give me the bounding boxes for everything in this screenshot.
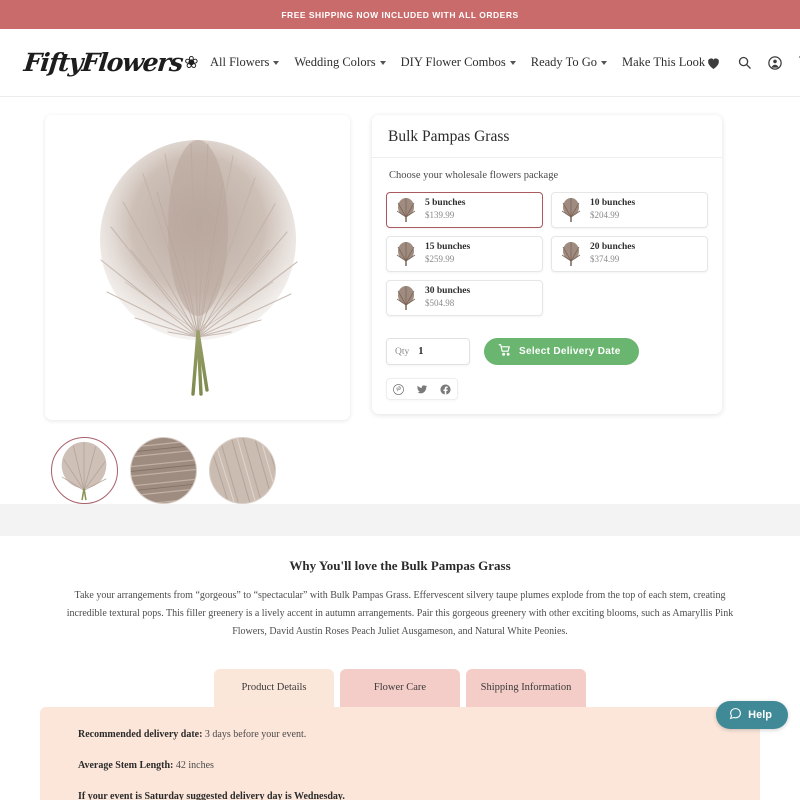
chat-bubble-icon xyxy=(729,707,742,723)
package-chooser-label: Choose your wholesale flowers package xyxy=(389,170,559,181)
product-title: Bulk Pampas Grass xyxy=(372,115,722,158)
social-share-group xyxy=(386,378,458,400)
package-price: $504.98 xyxy=(425,298,455,309)
cart-icon xyxy=(498,343,512,360)
chevron-down-icon xyxy=(509,60,516,65)
quantity-stepper[interactable]: Qty xyxy=(386,338,470,365)
panel-body: Choose your wholesale flowers package 5 … xyxy=(372,158,722,414)
pinterest-icon[interactable] xyxy=(393,383,404,395)
thumbnail-closeup-fluff[interactable] xyxy=(209,437,276,504)
announcement-bar: FREE SHIPPING NOW INCLUDED WITH ALL ORDE… xyxy=(0,0,800,29)
help-button[interactable]: Help xyxy=(716,701,788,729)
header-icon-group xyxy=(705,55,800,71)
package-thumb-icon xyxy=(396,242,416,266)
tab-flower-care[interactable]: Flower Care xyxy=(340,668,460,707)
help-label: Help xyxy=(748,709,772,721)
nav-item-ready-to-go[interactable]: Ready To Go xyxy=(531,55,607,70)
chevron-down-icon xyxy=(379,60,386,65)
description-body: Take your arrangements from “gorgeous” t… xyxy=(66,590,734,638)
account-icon[interactable] xyxy=(767,55,783,71)
thumb-fluff-icon xyxy=(210,438,275,503)
detail-line-note: If your event is Saturday suggested deli… xyxy=(78,789,722,800)
package-option[interactable]: 30 bunches $504.98 xyxy=(386,280,543,316)
detail-value: 42 inches xyxy=(175,759,214,771)
cta-label: Select Delivery Date xyxy=(519,346,621,357)
chevron-down-icon xyxy=(601,60,607,65)
package-thumb-icon xyxy=(561,242,581,266)
package-thumb-icon xyxy=(396,198,416,222)
package-name: 15 bunches xyxy=(425,242,471,253)
nav-label: Ready To Go xyxy=(530,55,597,69)
package-option[interactable]: 15 bunches $259.99 xyxy=(386,236,543,272)
detail-label: Average Stem Length: xyxy=(78,759,174,771)
tab-product-details[interactable]: Product Details xyxy=(214,668,334,707)
heart-icon[interactable] xyxy=(705,55,722,71)
main-navigation: All Flowers Wedding Colors DIY Flower Co… xyxy=(210,55,705,70)
detail-value: 3 days before your event. xyxy=(204,728,307,740)
thumb-texture-icon xyxy=(131,438,196,503)
product-gallery xyxy=(45,115,350,504)
detail-note: If your event is Saturday suggested deli… xyxy=(78,790,345,800)
nav-item-all-flowers[interactable]: All Flowers xyxy=(210,55,280,70)
thumbnail-closeup-texture[interactable] xyxy=(130,437,197,504)
purchase-panel: Bulk Pampas Grass Choose your wholesale … xyxy=(372,115,722,414)
nav-label: Make This Look xyxy=(622,55,706,69)
main-product-image[interactable] xyxy=(45,115,350,420)
nav-label: Wedding Colors xyxy=(294,55,376,69)
nav-label: All Flowers xyxy=(210,55,270,69)
package-price: $139.99 xyxy=(425,210,455,221)
nav-item-diy-flower-combos[interactable]: DIY Flower Combos xyxy=(401,55,516,70)
site-logo[interactable]: FiftyFlowers ❀ xyxy=(22,48,198,77)
package-option[interactable]: 10 bunches $204.99 xyxy=(551,192,708,228)
tab-label: Product Details xyxy=(241,682,307,694)
detail-label: Recommended delivery date: xyxy=(78,728,203,740)
thumbnail-strip xyxy=(45,437,350,504)
logo-text: FiftyFlowers xyxy=(22,48,184,77)
package-options-grid: 5 bunches $139.99 10 bunches $204.99 15 … xyxy=(386,192,708,316)
quantity-input[interactable] xyxy=(418,346,455,357)
package-option[interactable]: 20 bunches $374.99 xyxy=(551,236,708,272)
select-delivery-date-button[interactable]: Select Delivery Date xyxy=(484,338,639,365)
package-name: 5 bunches xyxy=(425,198,466,209)
facebook-icon[interactable] xyxy=(440,383,451,395)
search-icon[interactable] xyxy=(737,55,752,70)
package-thumb-icon xyxy=(396,286,416,310)
pampas-grass-illustration xyxy=(99,139,298,396)
tab-shipping-information[interactable]: Shipping Information xyxy=(466,668,586,707)
thumb-plume-icon xyxy=(61,441,107,501)
package-price: $204.99 xyxy=(590,210,620,221)
nav-item-make-this-look[interactable]: Make This Look xyxy=(622,55,705,70)
tab-content-panel: Recommended delivery date: 3 days before… xyxy=(40,706,760,800)
chevron-down-icon xyxy=(273,60,280,65)
nav-item-wedding-colors[interactable]: Wedding Colors xyxy=(294,55,386,70)
detail-line-delivery-date: Recommended delivery date: 3 days before… xyxy=(78,727,722,742)
package-name: 30 bunches xyxy=(425,286,471,297)
package-option[interactable]: 5 bunches $139.99 xyxy=(386,192,543,228)
nav-label: DIY Flower Combos xyxy=(400,55,506,69)
detail-line-stem-length: Average Stem Length: 42 inches xyxy=(78,758,722,773)
package-price: $374.99 xyxy=(590,254,620,265)
tab-label: Flower Care xyxy=(373,682,427,694)
quantity-label: Qty xyxy=(395,346,410,357)
purchase-row: Qty Select Delivery Date xyxy=(386,338,708,365)
description-title: Why You'll love the Bulk Pampas Grass xyxy=(289,558,511,573)
site-header: FiftyFlowers ❀ All Flowers Wedding Color… xyxy=(0,29,800,97)
detail-tabs: Product Details Flower Care Shipping Inf… xyxy=(0,668,800,707)
product-section: Bulk Pampas Grass Choose your wholesale … xyxy=(0,97,800,504)
package-thumb-icon xyxy=(561,198,581,222)
thumbnail-full-plume[interactable] xyxy=(51,437,118,504)
package-price: $259.99 xyxy=(425,254,455,265)
tab-label: Shipping Information xyxy=(480,682,572,694)
description-section: Why You'll love the Bulk Pampas Grass Ta… xyxy=(0,536,800,642)
twitter-icon[interactable] xyxy=(416,384,428,395)
section-divider-strip xyxy=(0,504,800,536)
announcement-text: FREE SHIPPING NOW INCLUDED WITH ALL ORDE… xyxy=(281,9,519,20)
package-name: 10 bunches xyxy=(590,198,636,209)
package-name: 20 bunches xyxy=(590,242,636,253)
flower-icon: ❀ xyxy=(184,53,199,72)
